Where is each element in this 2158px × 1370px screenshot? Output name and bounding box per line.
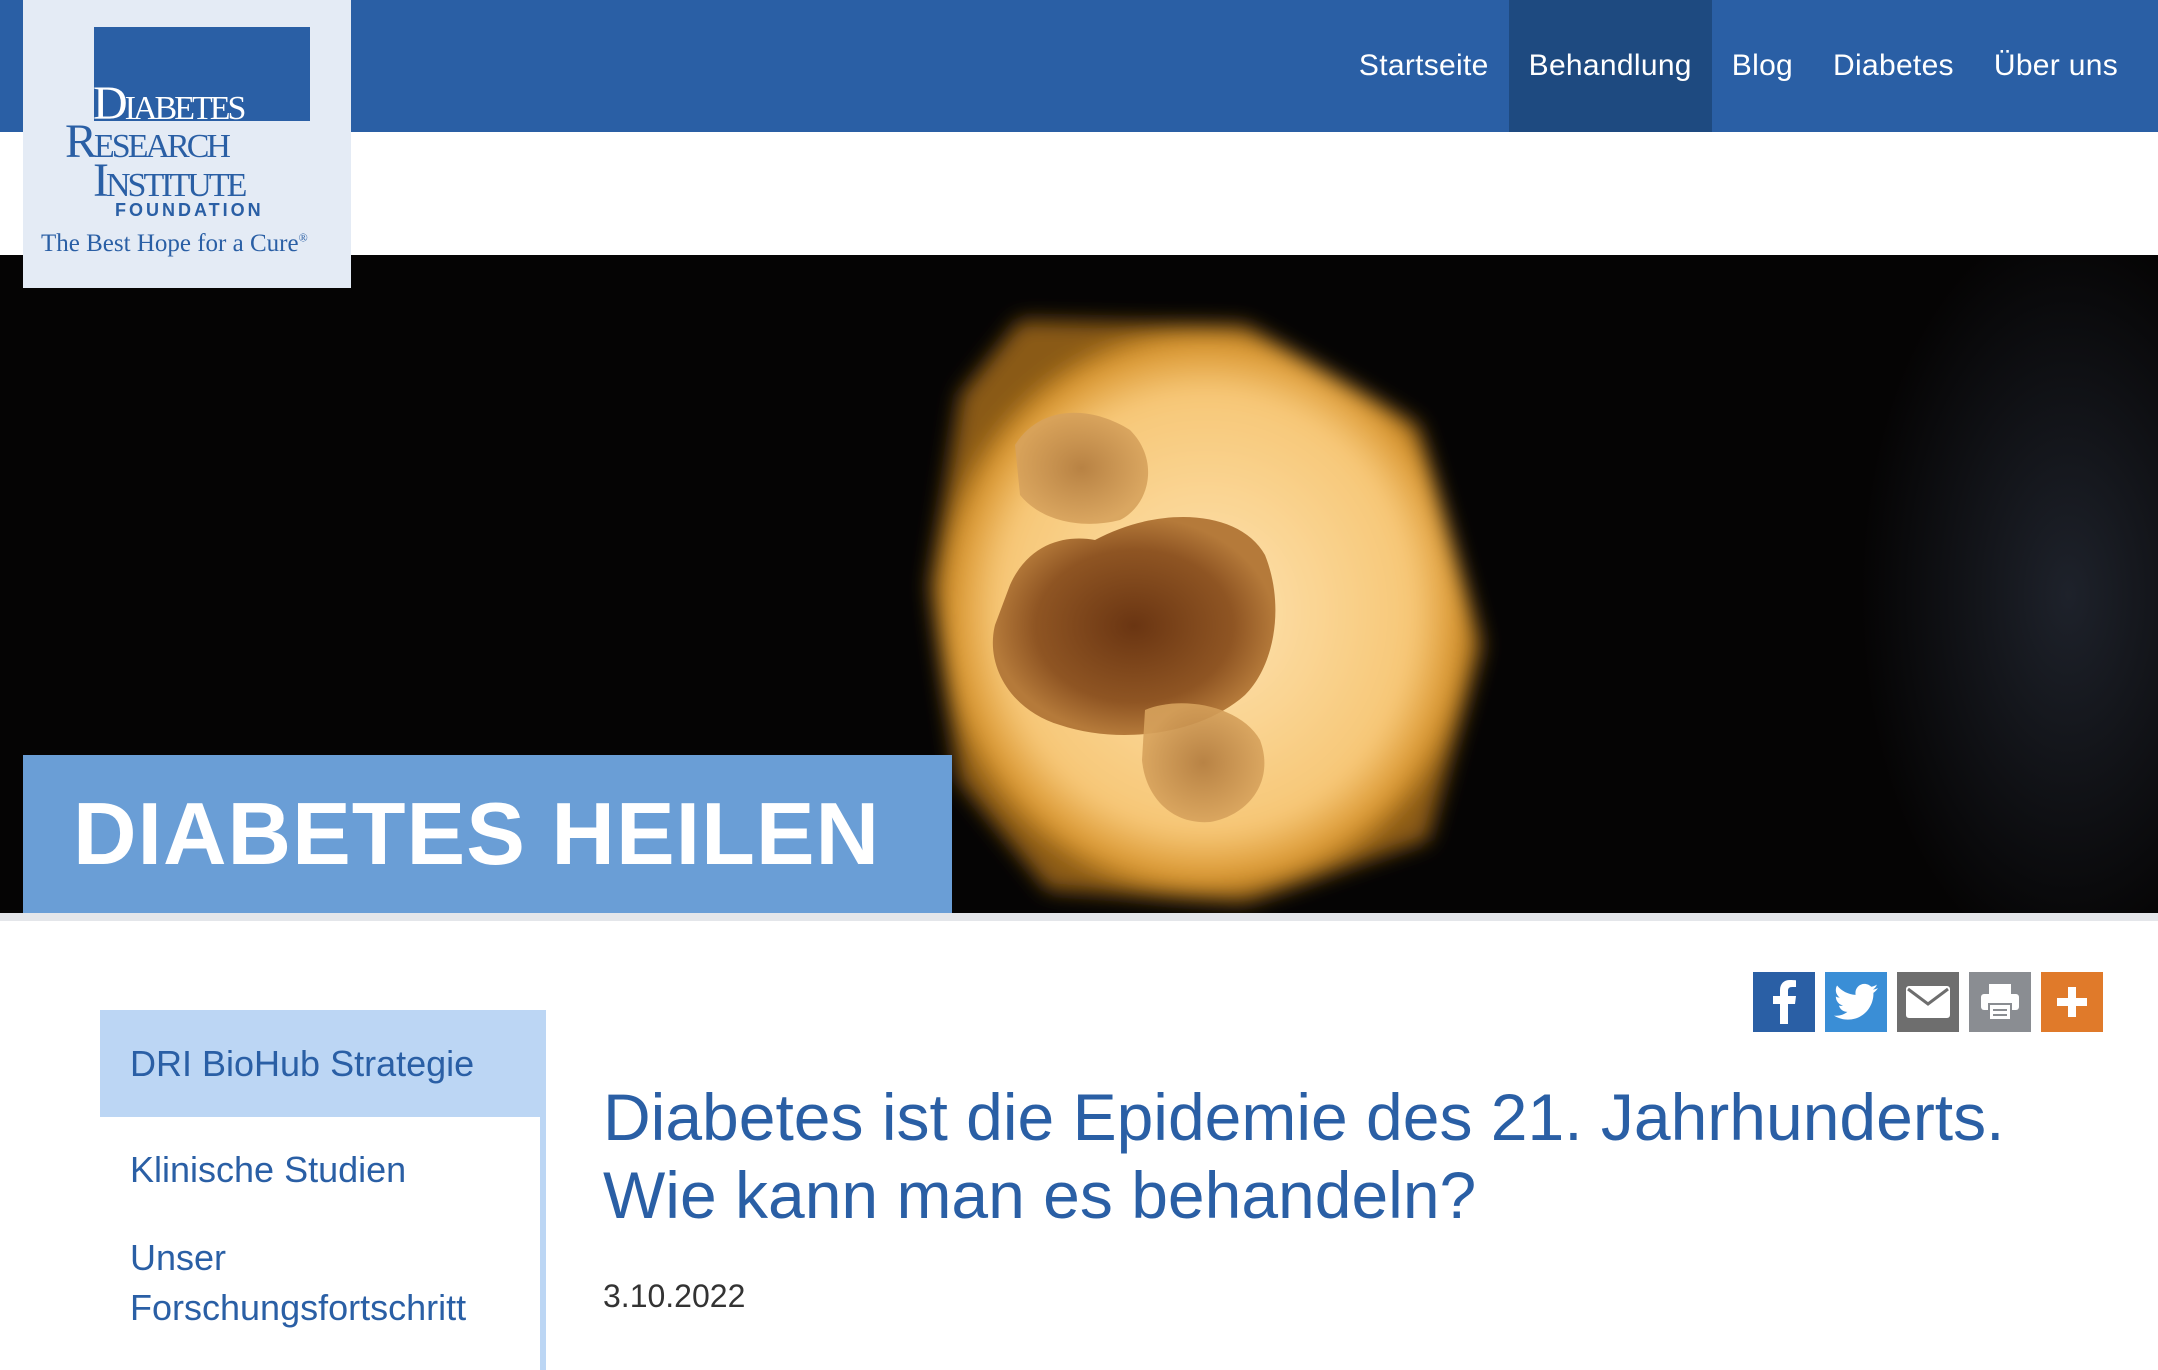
print-icon	[1981, 984, 2019, 1021]
email-share-button[interactable]	[1897, 972, 1959, 1032]
article-date: 3.10.2022	[603, 1278, 746, 1314]
plus-icon	[2057, 987, 2087, 1017]
hero-banner: DIABETES HEILEN	[0, 255, 2158, 913]
nav-item-blog[interactable]: Blog	[1712, 0, 1813, 132]
print-button[interactable]	[1969, 972, 2031, 1032]
nav-item-ueber-uns[interactable]: Über uns	[1974, 0, 2138, 132]
hero-title-box: DIABETES HEILEN	[23, 755, 952, 913]
sidebar-item-forschungsfortschritt[interactable]: Unser Forschungsfortschritt	[100, 1223, 466, 1333]
email-icon	[1906, 986, 1950, 1018]
logo-tagline: The Best Hope for a Cure®	[41, 230, 308, 258]
facebook-share-button[interactable]	[1753, 972, 1815, 1032]
nav-item-behandlung[interactable]: Behandlung	[1508, 0, 1712, 132]
hero-title: DIABETES HEILEN	[73, 784, 881, 883]
site-logo[interactable]: Diabetes Research Institute FOUNDATION T…	[23, 0, 351, 288]
sidebar-item-dri-biohub-strategie[interactable]: DRI BioHub Strategie	[100, 1010, 540, 1117]
logo-word-institute: Institute	[93, 154, 247, 207]
facebook-icon	[1773, 980, 1796, 1024]
hero-divider	[0, 913, 2158, 921]
main-nav: Startseite Behandlung Blog Diabetes Über…	[1339, 0, 2158, 132]
logo-foundation: FOUNDATION	[115, 200, 264, 220]
nav-item-diabetes[interactable]: Diabetes	[1813, 0, 1974, 132]
twitter-icon	[1834, 983, 1878, 1020]
twitter-share-button[interactable]	[1825, 972, 1887, 1032]
logo-tagline-text: The Best Hope for a Cure	[41, 230, 299, 257]
article-title: Diabetes ist die Epidemie des 21. Jahrhu…	[603, 1080, 2005, 1232]
share-toolbar	[1753, 972, 2103, 1032]
sidebar-nav: DRI BioHub Strategie Klinische Studien U…	[100, 1010, 546, 1370]
nav-item-startseite[interactable]: Startseite	[1339, 0, 1509, 132]
registered-mark: ®	[298, 230, 308, 245]
more-share-button[interactable]	[2041, 972, 2103, 1032]
sidebar-item-klinische-studien[interactable]: Klinische Studien	[100, 1117, 540, 1223]
